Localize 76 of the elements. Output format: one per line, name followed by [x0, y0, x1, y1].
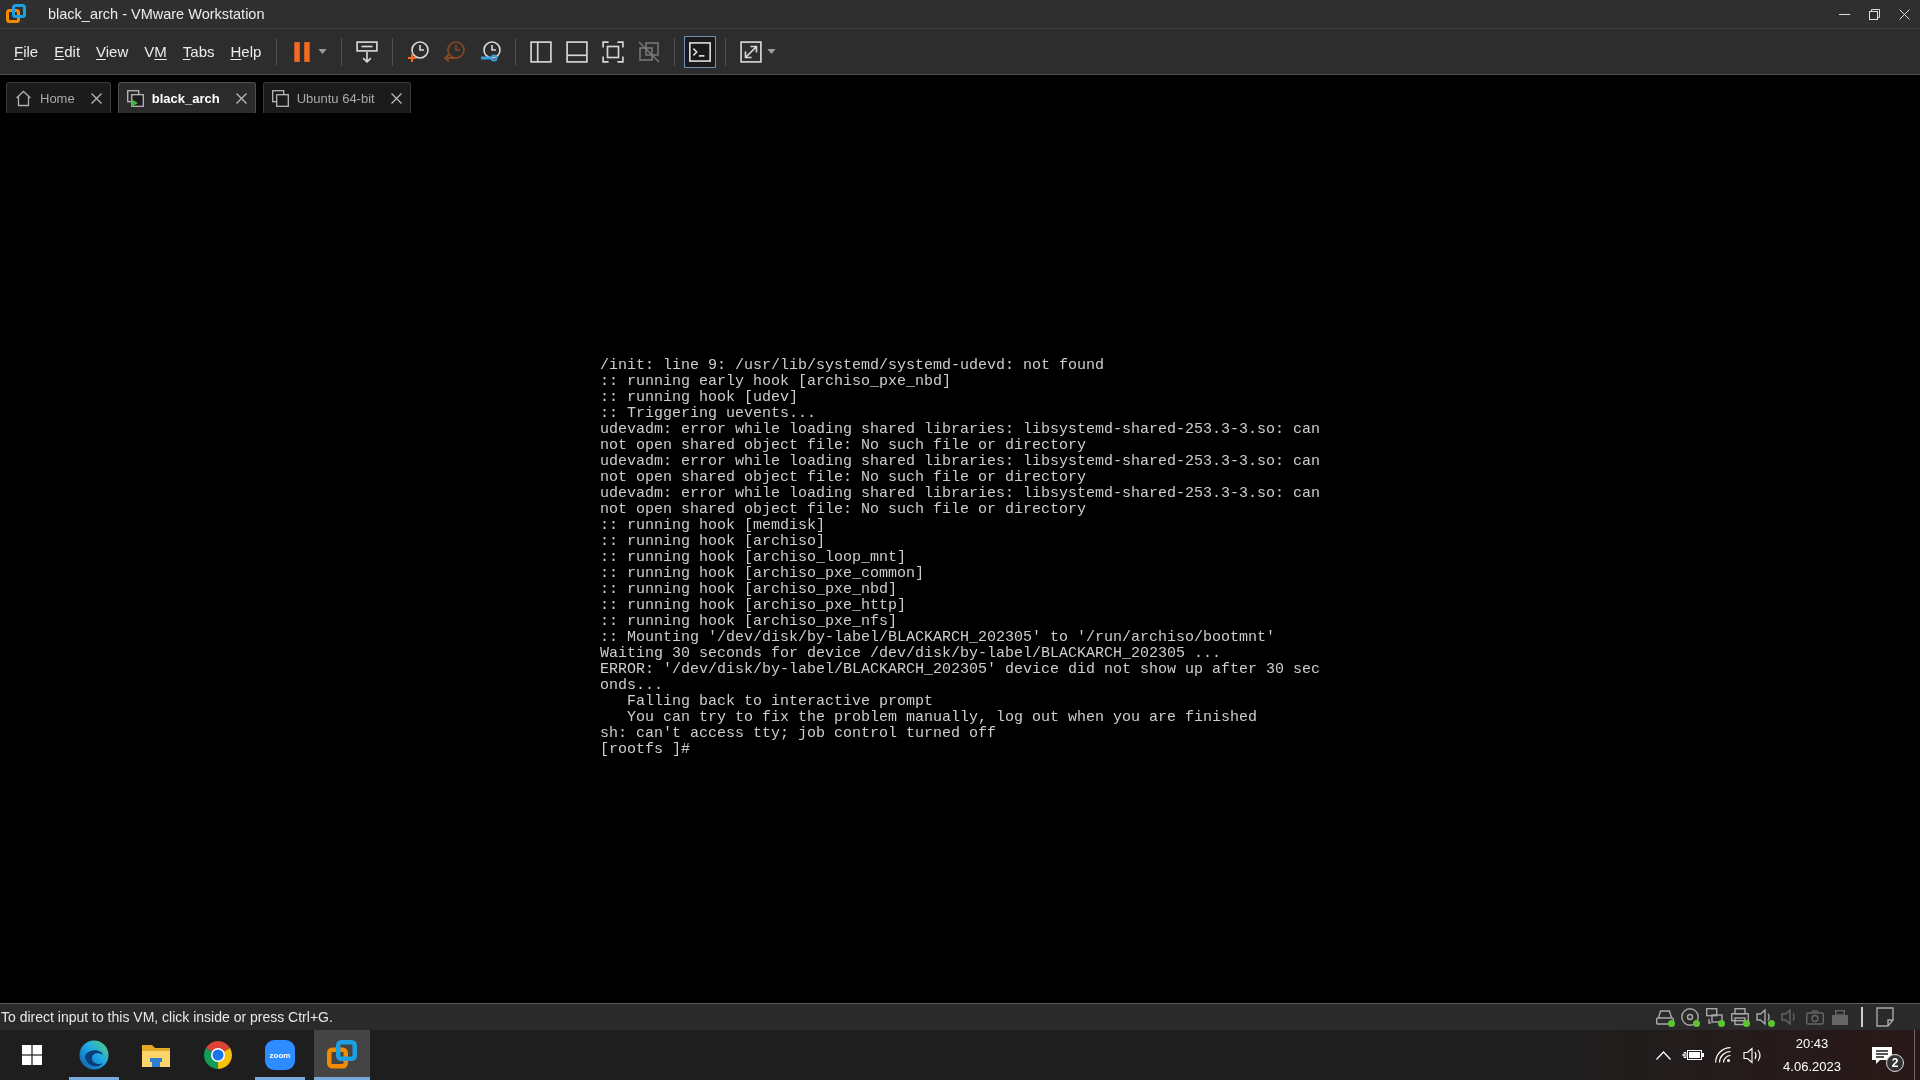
keyboard-arrow-icon [356, 40, 379, 63]
tab[interactable]: black_arch [117, 82, 256, 113]
console-line: :: running hook [archiso_pxe_nbd] [600, 582, 898, 598]
console-line: /init: line 9: /usr/lib/systemd/systemd-udevd: not found [600, 358, 1105, 374]
menu-item[interactable]: Help [222, 39, 270, 64]
menu-item[interactable]: View [88, 39, 137, 64]
console-line: udevadm: error while loading shared libraries: libsystemd-shared-253.3-3.so: can [600, 422, 1321, 438]
fullscreen-icon [602, 40, 625, 63]
swirl-logo-icon [79, 1040, 109, 1070]
menu-item[interactable]: Tabs [174, 39, 223, 64]
console-line: ERROR: '/dev/disk/by-label/BLACKARCH_202305' device did not show up after 30 sec [600, 662, 1321, 678]
note-icon[interactable] [1876, 1007, 1894, 1027]
app-logo: zoom [265, 1040, 295, 1070]
notification-count: 2 [1886, 1054, 1904, 1072]
console-line: not open shared object file: No such file or directory [600, 502, 1087, 518]
console-line: not open shared object file: No such file or directory [600, 470, 1087, 486]
console-line: onds... [600, 678, 663, 694]
console-view-button[interactable] [684, 35, 717, 68]
sidebar-layout-icon [530, 40, 553, 63]
restore-icon [1868, 8, 1880, 20]
console-line: :: running hook [memdisk] [600, 518, 826, 534]
console-line: udevadm: error while loading shared libraries: libsystemd-shared-253.3-3.so: can [600, 454, 1321, 470]
console-line: :: Mounting '/dev/disk/by-label/BLACKARCH_202305' to '/run/archiso/bootmnt' [600, 630, 1276, 646]
console-line: You can try to fix the problem manually, log out when you are finished [626, 710, 1258, 726]
console-line: [rootfs ]# [600, 742, 690, 758]
close-icon[interactable] [235, 92, 247, 104]
console-line: Falling back to interactive prompt [626, 694, 934, 710]
menu-item[interactable]: VM [136, 39, 175, 64]
caret-icon[interactable] [318, 49, 328, 54]
tab[interactable]: Ubuntu 64-bit [262, 82, 411, 113]
crossed-squares-icon [638, 40, 661, 63]
minimize-icon [1838, 13, 1850, 15]
console-line: not open shared object file: No such file or directory [600, 438, 1087, 454]
start-logo-icon [21, 1045, 42, 1065]
caret-icon[interactable] [767, 49, 777, 54]
console-line: udevadm: error while loading shared libraries: libsystemd-shared-253.3-3.so: can [600, 486, 1321, 502]
camera-icon[interactable] [1805, 1007, 1825, 1027]
tab[interactable]: Home [6, 82, 111, 113]
battery-icon[interactable] [1682, 1049, 1704, 1061]
clock-plus-icon [407, 40, 430, 63]
ring-logo-icon [203, 1040, 233, 1070]
menu-item[interactable]: Edit [46, 39, 89, 64]
usb-icon[interactable] [1830, 1007, 1850, 1027]
printer-icon[interactable] [1730, 1007, 1750, 1027]
network-icon[interactable] [1705, 1007, 1725, 1027]
speaker-icon[interactable] [1755, 1007, 1775, 1027]
close-icon [1898, 8, 1910, 20]
message-icon [1872, 1046, 1892, 1064]
window-title: black_arch - VMware Workstation [48, 6, 265, 22]
console-line: :: running hook [archiso_pxe_nfs] [600, 614, 898, 630]
console-line: :: running early hook [archiso_pxe_nbd] [600, 374, 952, 390]
close-icon[interactable] [390, 92, 402, 104]
disc-icon[interactable] [1680, 1007, 1700, 1027]
speaker-icon[interactable] [1742, 1046, 1764, 1064]
notifications-button[interactable]: 2 [1856, 1030, 1914, 1080]
console-line: sh: can't access tty; job control turned off [600, 726, 997, 742]
console-line: Waiting 30 seconds for device /dev/disk/by-label/BLACKARCH_202305 ... [600, 646, 1222, 662]
console-line: :: running hook [archiso_loop_mnt] [600, 550, 907, 566]
close-icon[interactable] [90, 92, 102, 104]
clock-wrench-icon [479, 40, 502, 63]
squares-logo-icon [327, 1040, 357, 1070]
hard-disk-icon[interactable] [1655, 1007, 1675, 1027]
console-line: :: running hook [archiso_pxe_http] [600, 598, 907, 614]
menu-item[interactable]: File [6, 39, 47, 64]
terminal-icon [689, 40, 712, 63]
console-line: :: running hook [udev] [600, 390, 799, 406]
chevron-up-icon[interactable] [1655, 1050, 1671, 1060]
status-message: To direct input to this VM, click inside or press Ctrl+G. [1, 1009, 333, 1025]
bottom-panel-icon [566, 40, 589, 63]
console-line: :: running hook [archiso_pxe_common] [600, 566, 925, 582]
console-line: :: running hook [archiso] [600, 534, 826, 550]
console-line: :: Triggering uevents... [600, 406, 817, 422]
squares-logo-icon [6, 4, 26, 24]
clock-arrow-icon [443, 40, 466, 63]
wifi-icon[interactable] [1715, 1047, 1731, 1063]
clock-button[interactable]: 20:43 4.06.2023 [1768, 1030, 1856, 1080]
